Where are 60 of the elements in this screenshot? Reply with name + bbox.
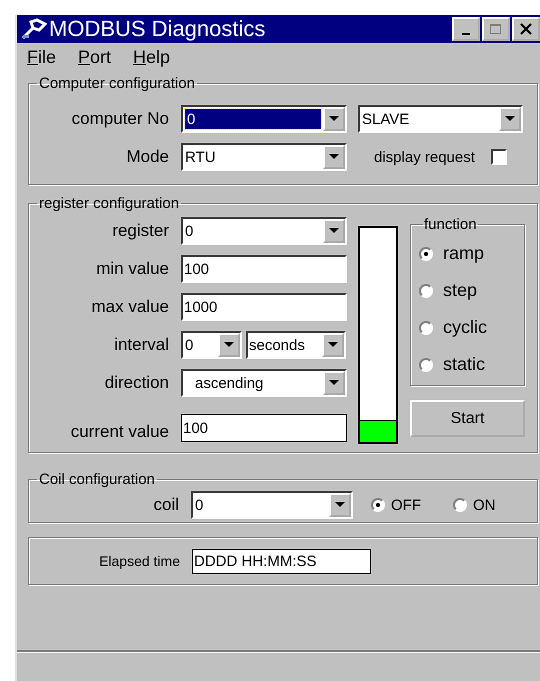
min-value-field[interactable]: 100 bbox=[181, 255, 347, 283]
dropdown-arrow-icon bbox=[329, 154, 339, 160]
computer-number-dropdown[interactable]: 0 bbox=[181, 105, 347, 133]
field-label: Elapsed time bbox=[98, 553, 180, 569]
function-option[interactable]: ramp bbox=[419, 235, 524, 272]
unit-dropdown[interactable]: seconds bbox=[246, 331, 346, 359]
elapsed-time-field: DDDD HH:MM:SS bbox=[192, 548, 371, 574]
radio-button[interactable] bbox=[371, 498, 385, 512]
max-value-field[interactable]: 1000 bbox=[181, 293, 347, 321]
maximize-icon bbox=[489, 23, 503, 35]
app-icon bbox=[21, 18, 47, 40]
menu-item[interactable]: Port bbox=[78, 46, 112, 68]
group-title: register configuration bbox=[38, 195, 180, 212]
group-title: Computer configuration bbox=[38, 75, 196, 92]
current-value-field: 100 bbox=[181, 414, 347, 442]
menu-item[interactable]: Help bbox=[133, 46, 170, 68]
field-label: min value bbox=[95, 259, 169, 279]
function-option[interactable]: cyclic bbox=[419, 309, 524, 346]
coil-dropdown[interactable]: 0 bbox=[191, 491, 353, 519]
interval-dropdown[interactable]: 0 bbox=[181, 331, 242, 359]
checkbox-label: display request bbox=[374, 148, 475, 166]
field-label: max value bbox=[90, 297, 169, 317]
function-option[interactable]: static bbox=[419, 346, 524, 383]
maximize-button[interactable] bbox=[482, 17, 510, 41]
field-label: coil bbox=[152, 495, 179, 515]
field-label: interval bbox=[113, 335, 169, 355]
radio-button[interactable] bbox=[453, 498, 467, 512]
group-title: Coil configuration bbox=[38, 471, 156, 488]
radio-button[interactable] bbox=[419, 320, 433, 334]
mode-dropdown[interactable]: RTU bbox=[181, 143, 347, 171]
function-option[interactable]: step bbox=[419, 272, 524, 309]
radio-button[interactable] bbox=[419, 284, 433, 298]
radio-button[interactable] bbox=[419, 246, 433, 260]
group-title: function bbox=[423, 216, 478, 233]
dropdown-arrow-icon bbox=[335, 502, 345, 508]
dropdown-arrow-icon bbox=[329, 116, 339, 122]
dropdown-arrow-icon bbox=[328, 342, 338, 348]
coil-state-option[interactable]: ON bbox=[453, 496, 496, 514]
field-label: current value bbox=[70, 422, 169, 442]
field-label: direction bbox=[104, 373, 169, 393]
dropdown-arrow-icon bbox=[329, 228, 339, 234]
radio-button[interactable] bbox=[419, 358, 433, 372]
register-dropdown[interactable]: 0 bbox=[181, 217, 347, 245]
field-label: register bbox=[111, 221, 169, 241]
role-dropdown[interactable]: SLAVE bbox=[358, 105, 523, 133]
field-label: Mode bbox=[125, 147, 169, 167]
minimize-button[interactable] bbox=[452, 17, 480, 41]
coil-state-option[interactable]: OFF bbox=[371, 496, 421, 514]
dropdown-arrow-icon bbox=[329, 380, 339, 386]
menu-item[interactable]: File bbox=[27, 46, 56, 68]
dropdown-arrow-icon bbox=[505, 116, 515, 122]
start-button[interactable]: Start bbox=[410, 400, 525, 437]
window-title: MODBUS Diagnostics bbox=[49, 16, 266, 42]
minimize-icon bbox=[462, 33, 470, 35]
field-label: computer No bbox=[70, 109, 169, 129]
close-icon bbox=[520, 23, 532, 35]
close-button[interactable] bbox=[512, 17, 540, 41]
direction-dropdown[interactable]: ascending bbox=[181, 369, 347, 397]
display-request-checkbox[interactable] bbox=[490, 149, 507, 165]
dropdown-arrow-icon bbox=[224, 342, 234, 348]
